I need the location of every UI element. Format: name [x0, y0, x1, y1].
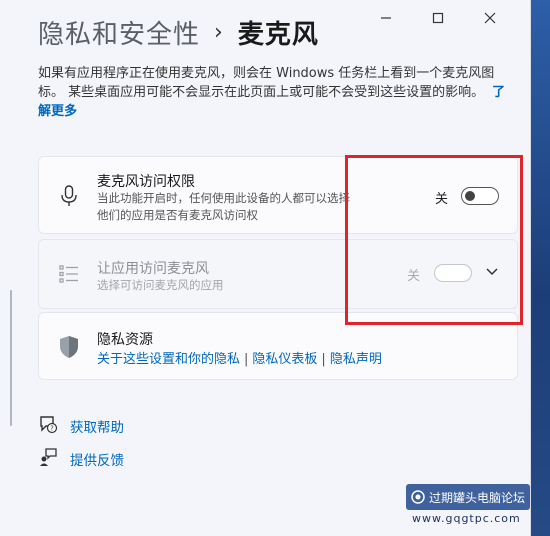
privacy-resources-title: 隐私资源 [97, 332, 153, 348]
scrollbar[interactable] [10, 290, 12, 426]
maximize-button[interactable] [422, 8, 454, 28]
window-controls [370, 8, 506, 28]
minimize-button[interactable] [370, 8, 402, 28]
description-text: 如果有应用程序正在使用麦克风，则会在 Windows 任务栏上看到一个麦克风图标… [38, 66, 495, 100]
feedback-link[interactable]: 提供反馈 [38, 447, 124, 471]
app-access-title: 让应用访问麦克风 [97, 261, 209, 277]
watermark-logo: 过期罐头电脑论坛 [406, 484, 530, 510]
get-help-label: 获取帮助 [70, 420, 124, 436]
privacy-link-dashboard[interactable]: 隐私仪表板 [252, 352, 317, 367]
app-list-icon [57, 262, 81, 286]
breadcrumb: 隐私和安全性 › 麦克风 [38, 10, 319, 54]
link-separator: | [244, 352, 249, 367]
privacy-link-settings[interactable]: 关于这些设置和你的隐私 [97, 352, 240, 367]
privacy-link-statement[interactable]: 隐私声明 [330, 352, 382, 367]
highlight-box [345, 155, 523, 325]
app-access-subtitle: 选择可访问麦克风的应用 [97, 278, 224, 292]
get-help-link[interactable]: ? 获取帮助 [38, 414, 124, 438]
watermark-name: 过期罐头电脑论坛 [428, 490, 525, 505]
help-icon: ? [38, 414, 58, 438]
settings-window: 隐私和安全性 › 麦克风 如果有应用程序正在使用麦克风，则会在 Windows … [0, 0, 531, 536]
microphone-icon [57, 184, 81, 208]
mic-access-subtitle: 当此功能开启时，任何使用此设备的人都可以选择他们的应用是否有麦克风访问权 [97, 191, 350, 222]
desktop-background [531, 0, 550, 536]
page-title: 麦克风 [237, 19, 319, 50]
close-button[interactable] [474, 8, 506, 28]
close-icon [484, 12, 496, 24]
mic-access-title: 麦克风访问权限 [97, 174, 195, 190]
feedback-label: 提供反馈 [70, 453, 124, 469]
page-description: 如果有应用程序正在使用麦克风，则会在 Windows 任务栏上看到一个麦克风图标… [38, 64, 518, 121]
watermark-url: www.gqgtpc.com [412, 512, 521, 525]
logo-icon [411, 490, 425, 504]
maximize-icon [432, 12, 444, 24]
minimize-icon [381, 17, 391, 19]
shield-icon [57, 335, 81, 359]
breadcrumb-separator: › [214, 19, 224, 45]
breadcrumb-parent[interactable]: 隐私和安全性 [38, 14, 200, 51]
link-separator: | [321, 352, 326, 367]
svg-text:?: ? [50, 425, 54, 433]
privacy-links: 关于这些设置和你的隐私 | 隐私仪表板 | 隐私声明 [97, 348, 382, 367]
feedback-icon [38, 447, 58, 471]
